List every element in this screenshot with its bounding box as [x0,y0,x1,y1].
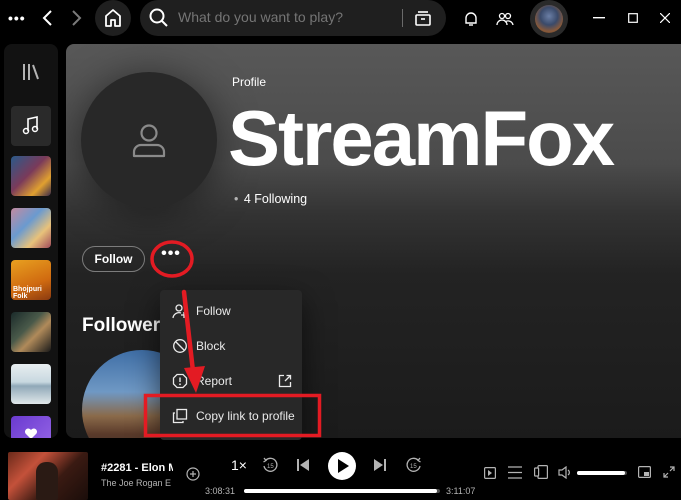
page-title: StreamFox [228,94,615,182]
svg-text:15: 15 [267,464,274,470]
avatar [535,5,563,33]
now-playing-view-icon[interactable] [484,467,496,479]
menu-divider [162,396,300,397]
menu-item-label: Report [196,374,233,388]
back-arrow-icon[interactable] [40,9,56,27]
user-icon [132,124,166,158]
browse-icon[interactable] [414,9,432,27]
sidebar-playlist-5[interactable] [11,364,51,404]
home-icon [105,9,121,27]
search-divider [402,9,403,27]
following-label: 4 Following [243,192,308,206]
menu-item-block[interactable]: Block [162,330,300,362]
report-icon [172,373,188,389]
music-note-icon [22,116,39,135]
skip-forward-15-icon[interactable]: 15 [406,457,422,473]
volume-fill [577,471,625,475]
now-playing-bar: #2281 - Elon M The Joe Rogan E 1× 15 15 … [0,440,681,500]
add-user-icon [172,304,187,319]
profile-kicker: Profile [232,75,267,89]
play-icon [338,459,349,473]
more-options-button[interactable]: ••• [156,246,186,270]
search-icon [149,8,168,27]
notifications-bell-icon[interactable] [463,11,479,27]
menu-item-follow[interactable]: Follow [162,295,300,327]
minimize-icon[interactable] [593,17,605,19]
user-avatar-button[interactable] [530,0,568,38]
bullet: • [234,192,239,206]
now-playing-title[interactable]: #2281 - Elon M [101,462,173,474]
forward-arrow-icon[interactable] [68,9,84,27]
menu-item-report[interactable]: Report [162,365,300,397]
svg-text:15: 15 [410,464,417,470]
playlist-cover-text: Bhojpuri Folk [13,286,42,300]
now-playing-artist[interactable]: The Joe Rogan E [101,478,181,488]
followers-section-title[interactable]: Follower [82,315,160,337]
cover-figure [36,462,58,500]
profile-page: Profile StreamFox • 4 Following Follow •… [66,44,681,438]
total-duration: 3:11:07 [446,486,476,496]
elapsed-time: 3:08:31 [205,486,236,496]
sidebar-playlist-1[interactable] [11,156,51,196]
volume-icon[interactable] [558,466,572,479]
previous-track-icon[interactable] [297,458,309,472]
block-icon [173,339,187,353]
miniplayer-icon[interactable] [638,466,651,478]
context-menu: Follow Block Report Copy link to profile [160,290,302,440]
home-button[interactable] [95,0,131,36]
queue-icon[interactable] [508,466,522,479]
library-sidebar: Bhojpuri Folk [4,44,58,438]
maximize-icon[interactable] [628,13,638,23]
heart-icon [25,428,37,438]
play-button[interactable] [328,452,356,480]
now-playing-cover[interactable] [8,452,88,500]
search-input[interactable] [178,9,393,25]
sidebar-playlist-bhojpuri[interactable]: Bhojpuri Folk [11,260,51,300]
copy-icon [172,408,188,424]
following-count[interactable]: • 4 Following [234,192,307,206]
menu-item-label: Follow [196,304,231,318]
connect-device-icon[interactable] [534,465,548,479]
profile-avatar[interactable] [81,72,217,208]
volume-slider[interactable] [577,471,627,475]
add-to-library-icon[interactable] [186,467,200,481]
close-icon[interactable] [660,13,670,23]
sidebar-liked-songs[interactable] [11,106,51,146]
search-bar[interactable] [140,0,446,36]
library-icon[interactable] [21,62,43,82]
friend-activity-icon[interactable] [496,11,514,27]
top-bar: ••• [0,0,681,38]
next-track-icon[interactable] [374,458,386,472]
sidebar-playlist-2[interactable] [11,208,51,248]
fullscreen-icon[interactable] [663,466,675,478]
menu-item-label: Block [196,339,226,353]
progress-bar[interactable] [244,489,440,493]
follow-button[interactable]: Follow [82,246,145,272]
menu-item-copy-link[interactable]: Copy link to profile [162,400,300,432]
playback-speed-button[interactable]: 1× [231,457,247,473]
skip-back-15-icon[interactable]: 15 [262,457,278,473]
app-menu-icon[interactable]: ••• [8,10,26,26]
sidebar-playlist-6[interactable] [11,416,51,438]
external-link-icon [278,374,292,388]
menu-item-label: Copy link to profile [196,409,295,423]
progress-fill [244,489,438,493]
sidebar-playlist-4[interactable] [11,312,51,352]
